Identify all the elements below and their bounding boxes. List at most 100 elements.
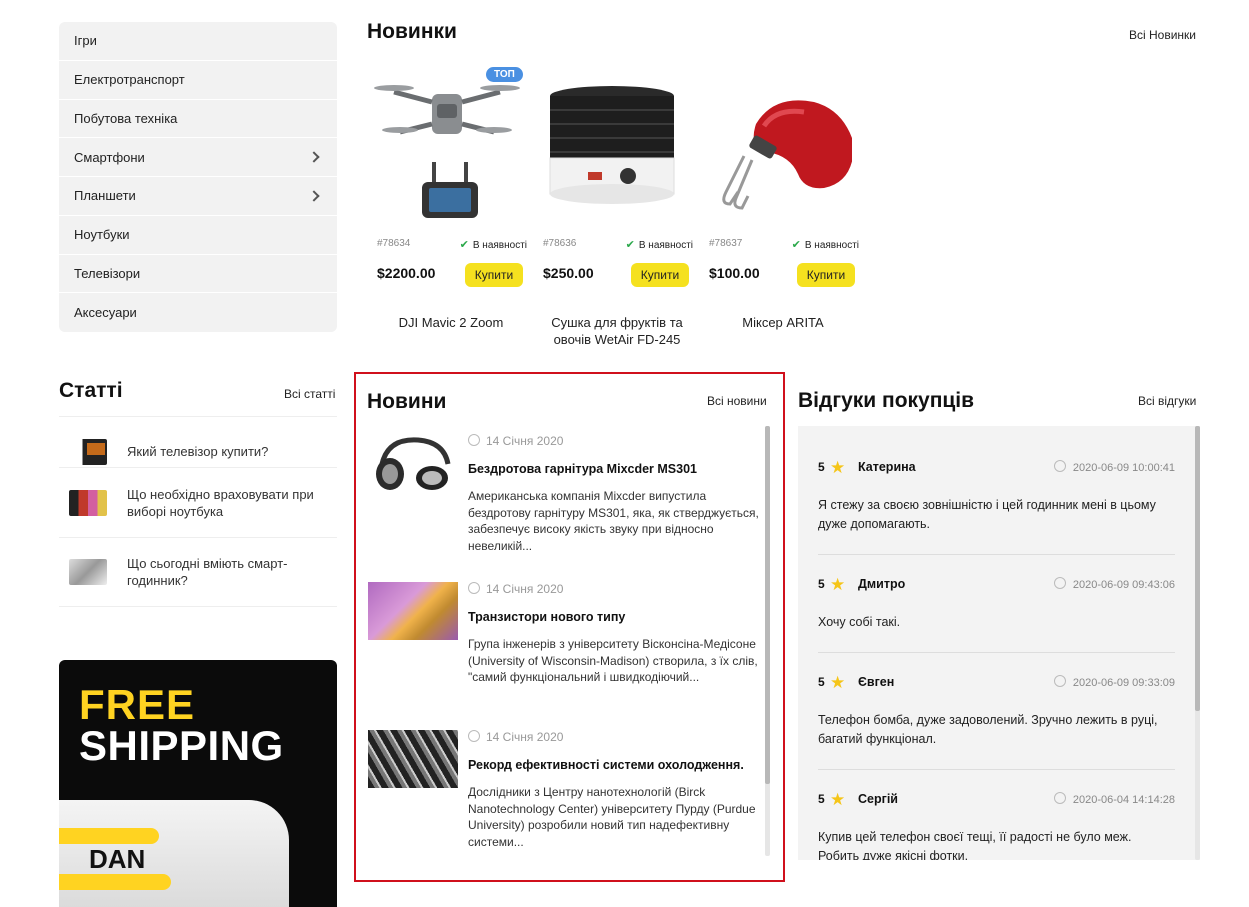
buy-button[interactable]: Купити: [631, 263, 689, 287]
news-excerpt: Група інженерів з університету Вісконсін…: [468, 637, 758, 684]
review-author: Євген: [858, 675, 895, 689]
review-author: Сергій: [858, 792, 898, 806]
article-thumbnail: [69, 438, 107, 465]
product-name[interactable]: Сушка для фруктів та овочів WetAir FD-24…: [533, 314, 701, 348]
news-item-title[interactable]: Рекорд ефективності системи охолодження.: [468, 758, 758, 772]
category-item-games[interactable]: Ігри: [59, 22, 337, 61]
product-image-mixer[interactable]: [704, 64, 854, 224]
review-date: 2020-06-09 09:43:06: [1054, 577, 1175, 591]
product-meta: #78636 В наявності: [543, 238, 693, 251]
review-rating: 5: [818, 675, 825, 689]
reviews-title: Відгуки покупців: [798, 389, 975, 412]
scrollbar-thumb[interactable]: [765, 426, 770, 784]
review-author: Дмитро: [858, 577, 906, 591]
star-icon: ★: [830, 458, 846, 477]
category-label: Побутова техніка: [74, 110, 178, 126]
product-name[interactable]: DJI Mavic 2 Zoom: [367, 314, 535, 331]
category-label: Ноутбуки: [74, 227, 130, 243]
all-new-products-link[interactable]: Всі Новинки: [1129, 28, 1196, 42]
availability-status: В наявності: [460, 238, 527, 251]
star-icon: ★: [830, 790, 846, 809]
banner-line-2: SHIPPING: [79, 722, 284, 769]
review-item: 5 ★ Сергій 2020-06-04 14:14:28 Купив цей…: [818, 790, 1175, 860]
news-item-title[interactable]: Транзистори нового типу: [468, 610, 758, 624]
product-card: #78636В наявності $250.00 Купити Сушка д…: [533, 64, 693, 347]
reviews-scrollbar[interactable]: [1195, 426, 1200, 860]
product-price: $250.00: [543, 265, 594, 281]
category-item-laptops[interactable]: Ноутбуки: [59, 216, 337, 255]
banner-stripe: [59, 828, 159, 844]
article-item[interactable]: Що сьогодні вміють смарт-годинник?: [59, 537, 337, 607]
article-thumbnail: [69, 559, 107, 585]
review-date: 2020-06-09 09:33:09: [1054, 675, 1175, 689]
buy-button[interactable]: Купити: [797, 263, 855, 287]
chevron-right-icon: [308, 151, 320, 163]
product-sku: #78637: [709, 238, 743, 249]
category-label: Електротранспорт: [74, 72, 185, 88]
availability-status: В наявності: [792, 238, 859, 251]
product-sku: #78634: [377, 238, 411, 249]
news-excerpt: Американська компанія Mixcder випустила …: [468, 489, 759, 553]
product-image-dehydrator[interactable]: [538, 64, 686, 224]
availability-status: В наявності: [626, 238, 693, 251]
banner-line-1: FREE: [79, 681, 196, 728]
article-item[interactable]: Що необхідно враховувати при виборі ноут…: [59, 467, 337, 537]
free-shipping-banner[interactable]: FREE SHIPPING DAN: [59, 660, 337, 907]
review-text: Телефон бомба, дуже задоволений. Зручно …: [818, 713, 1158, 746]
review-author: Катерина: [858, 460, 916, 474]
category-label: Аксесуари: [74, 305, 137, 321]
buy-button[interactable]: Купити: [465, 263, 523, 287]
articles-title: Статті: [59, 379, 123, 402]
review-item: 5 ★ Катерина 2020-06-09 10:00:41 Я стежу…: [818, 458, 1175, 555]
news-section: Новини Всі новини 14 Січня 2020 Бездрото…: [354, 372, 785, 882]
news-excerpt: Дослідники з Центру нанотехнологій (Birc…: [468, 785, 756, 849]
category-label: Планшети: [74, 188, 136, 204]
category-item-tablets[interactable]: Планшети: [59, 177, 337, 216]
all-articles-link[interactable]: Всі статті: [284, 387, 335, 401]
news-item-title[interactable]: Бездротова гарнітура Mixcder MS301: [468, 462, 758, 476]
news-title: Новини: [367, 390, 447, 413]
review-date: 2020-06-09 10:00:41: [1054, 460, 1175, 474]
category-label: Ігри: [74, 33, 97, 49]
reviews-list: 5 ★ Катерина 2020-06-09 10:00:41 Я стежу…: [798, 426, 1200, 860]
category-item-appliances[interactable]: Побутова техніка: [59, 100, 337, 139]
scrollbar-thumb[interactable]: [1195, 426, 1200, 711]
review-rating: 5: [818, 577, 825, 591]
all-reviews-link[interactable]: Всі відгуки: [1138, 394, 1196, 408]
product-price: $100.00: [709, 265, 760, 281]
news-scrollbar[interactable]: [765, 426, 770, 856]
product-card: #78634В наявності $2200.00 Купити DJI Ma…: [367, 64, 527, 330]
category-item-electric-transport[interactable]: Електротранспорт: [59, 61, 337, 100]
product-sku: #78636: [543, 238, 577, 249]
category-item-smartphones[interactable]: Смартфони: [59, 138, 337, 177]
product-meta: #78634 В наявності: [377, 238, 527, 251]
category-menu: Ігри Електротранспорт Побутова техніка С…: [59, 22, 337, 332]
news-date: 14 Січня 2020: [468, 730, 563, 744]
article-title: Який телевізор купити?: [127, 444, 269, 459]
banner-brand: DAN: [89, 844, 146, 874]
news-image-transistor: [368, 582, 458, 640]
star-icon: ★: [830, 673, 846, 692]
category-label: Телевізори: [74, 265, 141, 281]
review-rating: 5: [818, 792, 825, 806]
review-item: 5 ★ Євген 2020-06-09 09:33:09 Телефон бо…: [818, 673, 1175, 770]
category-label: Смартфони: [74, 149, 145, 165]
product-price: $2200.00: [377, 265, 436, 281]
product-name[interactable]: Міксер ARITA: [699, 314, 867, 331]
chevron-right-icon: [308, 190, 320, 202]
all-news-link[interactable]: Всі новини: [707, 394, 767, 408]
article-title: Що сьогодні вміють смарт-годинник?: [127, 556, 288, 588]
review-item: 5 ★ Дмитро 2020-06-09 09:43:06 Хочу собі…: [818, 575, 1175, 653]
review-text: Хочу собі такі.: [818, 615, 901, 629]
review-text: Я стежу за своєю зовнішністю і цей годин…: [818, 498, 1156, 531]
category-item-accessories[interactable]: Аксесуари: [59, 293, 337, 332]
review-text: Купив цей телефон своєї тещі, її радості…: [818, 830, 1132, 860]
news-image-headphones: [368, 434, 458, 492]
news-image-cooling: [368, 730, 458, 788]
news-date: 14 Січня 2020: [468, 434, 563, 448]
category-item-tvs[interactable]: Телевізори: [59, 255, 337, 294]
product-image-drone[interactable]: [372, 64, 520, 224]
news-date: 14 Січня 2020: [468, 582, 563, 596]
banner-stripe: [59, 874, 171, 890]
new-products-title: Новинки: [367, 20, 457, 43]
